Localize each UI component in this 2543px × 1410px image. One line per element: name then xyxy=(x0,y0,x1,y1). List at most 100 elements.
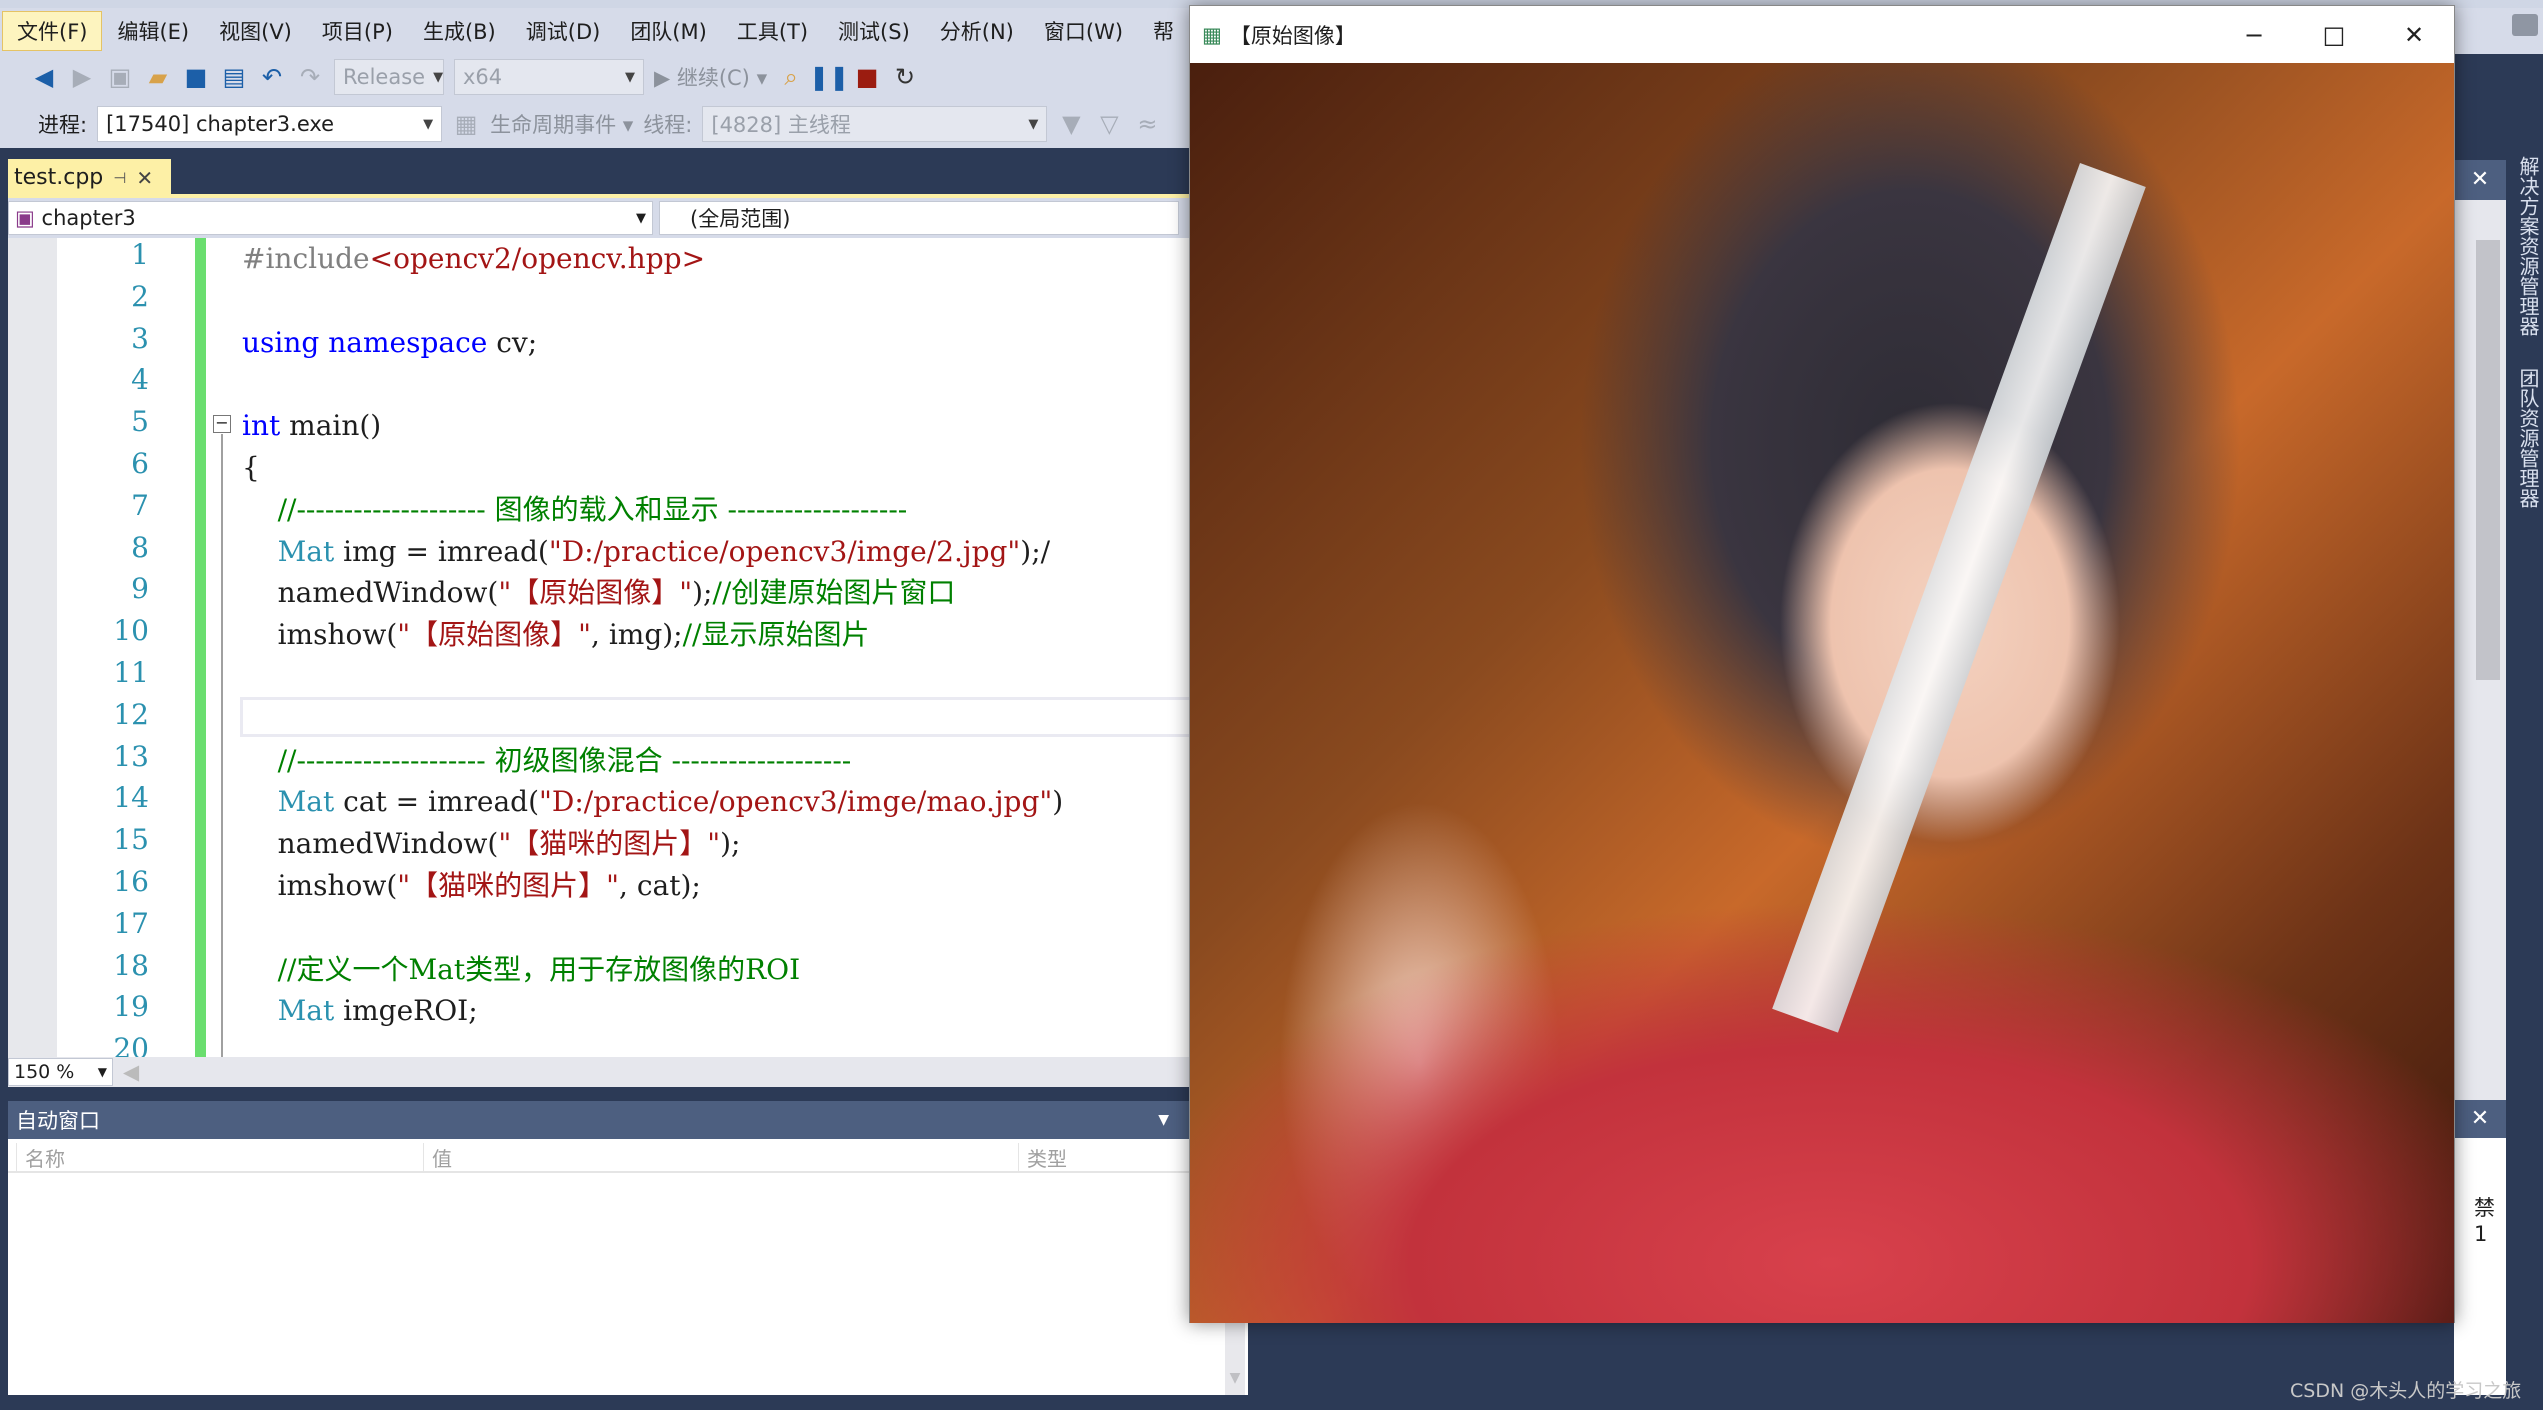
menu-item[interactable]: 项目(P) xyxy=(307,11,408,51)
save-all-icon[interactable]: ▤ xyxy=(220,63,248,91)
code-editor[interactable]: 1 2 3 4 5 6 7 8 9 10 11 12 13 14 15 16 17 18 19 20 − #inclu… xyxy=(8,238,1189,1057)
code-line[interactable]: Mat cat = imread("D:/practice/opencv3/im… xyxy=(242,781,1064,823)
collapse-icon[interactable]: − xyxy=(213,415,231,433)
glyph-margin xyxy=(8,238,57,1057)
minimize-button[interactable]: − xyxy=(2214,6,2294,63)
code-token-comment: //定义一个Mat类型，用于存放图像的ROI xyxy=(242,952,801,986)
user-icon[interactable] xyxy=(2512,14,2538,36)
restart-icon[interactable]: ↻ xyxy=(891,63,919,91)
code-token-plain: imgeROI; xyxy=(334,994,478,1028)
project-select[interactable]: ▣ chapter3 ▼ xyxy=(8,201,653,235)
save-icon[interactable]: ■ xyxy=(182,63,210,91)
line-number: 11 xyxy=(113,656,149,689)
menu-item[interactable]: 生成(B) xyxy=(408,11,511,51)
code-line[interactable]: #include<opencv2/opencv.hpp> xyxy=(242,238,705,280)
scrollbar-thumb[interactable] xyxy=(2476,240,2500,680)
line-number: 6 xyxy=(131,447,149,480)
forward-icon[interactable]: ▶ xyxy=(68,63,96,91)
code-line[interactable]: namedWindow("【原始图像】");//创建原始图片窗口 xyxy=(242,572,956,614)
back-icon[interactable]: ◀ xyxy=(30,63,58,91)
navigation-bar: ▣ chapter3 ▼ (全局范围) xyxy=(8,198,1189,238)
menu-item[interactable]: 测试(S) xyxy=(823,11,925,51)
menu-item[interactable]: 窗口(W) xyxy=(1029,11,1138,51)
column-name[interactable]: 名称 xyxy=(16,1143,65,1173)
scroll-left-icon[interactable]: ◀ xyxy=(123,1060,139,1084)
process-select[interactable]: [17540] chapter3.exe ▼ xyxy=(97,106,443,142)
code-line[interactable]: imshow("【猫咪的图片】", cat); xyxy=(242,865,701,907)
find-in-files-icon[interactable]: ⌕ xyxy=(777,63,805,91)
code-area[interactable]: #include<opencv2/opencv.hpp> using namesp… xyxy=(242,238,1189,1057)
code-token-plain: main() xyxy=(280,409,382,443)
chevron-down-icon: ▼ xyxy=(97,1065,107,1079)
config-select[interactable]: Release ▼ xyxy=(334,59,444,95)
menu-item[interactable]: 文件(F) xyxy=(2,11,103,51)
menu-item[interactable]: 工具(T) xyxy=(722,11,823,51)
thread-select[interactable]: [4828] 主线程 ▼ xyxy=(702,106,1048,142)
redo-icon[interactable]: ↷ xyxy=(296,63,324,91)
menu-item[interactable]: 分析(N) xyxy=(925,11,1029,51)
code-line[interactable]: //定义一个Mat类型，用于存放图像的ROI xyxy=(242,949,801,991)
close-button[interactable]: ✕ xyxy=(2374,6,2454,63)
platform-select[interactable]: x64 ▼ xyxy=(454,59,644,95)
autos-body xyxy=(8,1173,1248,1395)
right-sidebar: 解决方案资源管理器 团队资源管理器 xyxy=(2506,148,2543,1410)
column-value[interactable]: 值 xyxy=(423,1143,452,1173)
close-icon[interactable]: ✕ xyxy=(136,166,153,190)
zoom-select[interactable]: 150 % ▼ xyxy=(8,1058,113,1086)
menu-item[interactable]: 调试(D) xyxy=(511,11,616,51)
autos-scrollbar[interactable]: ▼ xyxy=(1225,1320,1245,1395)
code-line[interactable]: Mat imgeROI; xyxy=(242,990,478,1032)
code-line[interactable]: Mat img = imread("D:/practice/opencv3/im… xyxy=(242,531,1050,573)
code-token-comment: //创建原始图片窗口 xyxy=(712,576,956,610)
code-line[interactable]: imshow("【原始图像】", img);//显示原始图片 xyxy=(242,614,870,656)
code-token-plain: ); xyxy=(720,827,741,861)
code-line[interactable]: //-------------------- 初级图像混合 ----------… xyxy=(242,740,852,782)
decorative-arrow xyxy=(1772,163,2146,1033)
code-token-plain: img = imread( xyxy=(334,534,549,568)
undo-icon[interactable]: ↶ xyxy=(258,63,286,91)
pin-icon[interactable]: ⊣ xyxy=(113,169,126,187)
menu-item[interactable]: 帮 xyxy=(1138,11,1189,51)
change-tracking-bar xyxy=(195,238,206,1057)
solution-explorer-tab[interactable]: 解决方案资源管理器 xyxy=(2514,156,2543,336)
code-line[interactable]: //-------------------- 图像的载入和显示 --------… xyxy=(242,489,908,531)
panel-close-icon[interactable]: ✕ xyxy=(2454,160,2506,200)
code-token-plain: cv; xyxy=(487,325,538,359)
outline-line xyxy=(221,434,223,1057)
panel-close-icon[interactable]: ✕ xyxy=(2454,1100,2506,1138)
bottom-tab-strip xyxy=(0,1395,2543,1410)
new-project-icon[interactable]: ▣ xyxy=(106,63,134,91)
code-line[interactable]: int main() xyxy=(242,405,381,447)
maximize-button[interactable]: □ xyxy=(2294,6,2374,63)
menu-item[interactable]: 视图(V) xyxy=(204,11,307,51)
scope-select[interactable]: (全局范围) xyxy=(659,201,1179,235)
column-type[interactable]: 类型 xyxy=(1018,1143,1067,1173)
lifecycle-events-button[interactable]: 生命周期事件 ▾ xyxy=(490,109,633,139)
pause-icon[interactable]: ❚❚ xyxy=(809,63,849,91)
chevron-down-icon[interactable]: ▼ xyxy=(1158,1112,1169,1128)
image-window[interactable]: ▦ 【原始图像】 − □ ✕ xyxy=(1189,5,2455,1323)
stop-icon[interactable]: ■ xyxy=(853,63,881,91)
menu-item[interactable]: 编辑(E) xyxy=(102,11,204,51)
document-well xyxy=(0,148,1189,195)
panel-lower: 禁1 xyxy=(2454,1138,2506,1395)
stack-icon[interactable]: ≈ xyxy=(1133,110,1161,138)
editor-status-bar: 150 % ▼ ◀ xyxy=(8,1057,1189,1087)
open-file-icon[interactable]: ▰ xyxy=(144,63,172,91)
menu-item[interactable]: 团队(M) xyxy=(615,11,722,51)
code-line[interactable]: namedWindow("【猫咪的图片】"); xyxy=(242,823,741,865)
continue-button[interactable]: ▶ 继续(C) ▾ xyxy=(654,62,767,92)
filter-flag-icon[interactable]: ▽ xyxy=(1095,110,1123,138)
team-explorer-tab[interactable]: 团队资源管理器 xyxy=(2514,368,2543,508)
line-number: 2 xyxy=(131,279,149,313)
filter-icon[interactable]: ▼ xyxy=(1057,110,1085,138)
line-number: 4 xyxy=(131,363,149,397)
code-line[interactable]: using namespace cv; xyxy=(242,322,537,364)
code-token-comment: //-------------------- 初级图像混合 ----------… xyxy=(242,743,852,777)
tab-test-cpp[interactable]: test.cpp ⊣ ✕ xyxy=(8,159,171,196)
code-line[interactable]: { xyxy=(242,447,260,489)
code-token-plain: namedWindow( xyxy=(242,827,499,861)
process-label: 进程: xyxy=(38,113,88,137)
